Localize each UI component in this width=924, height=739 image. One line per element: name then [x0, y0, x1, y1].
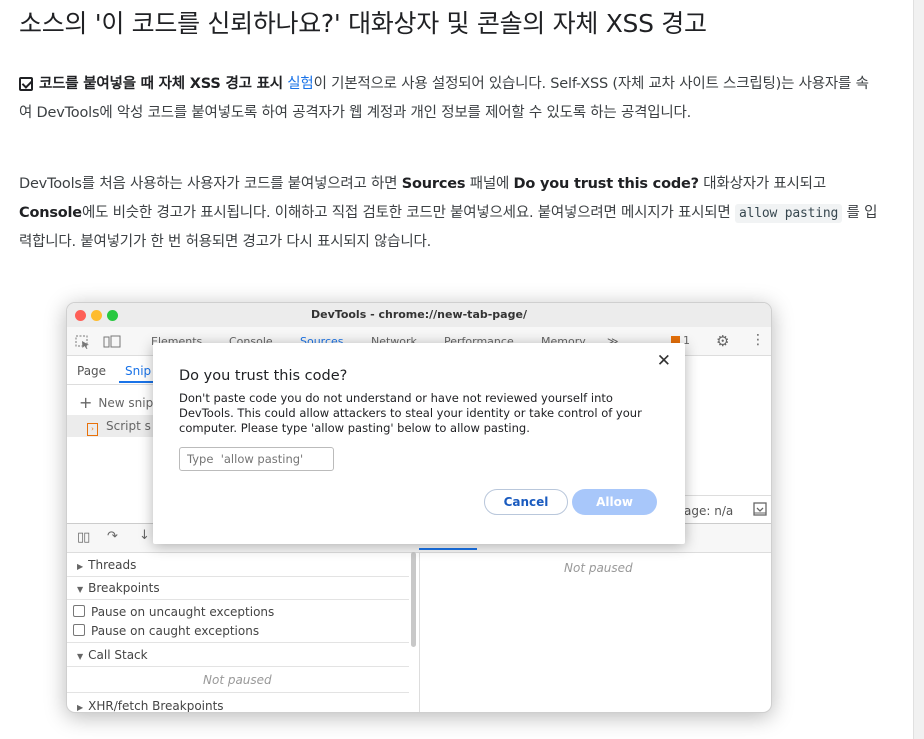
checkbox-icon	[19, 77, 33, 91]
pause-caught-label: Pause on caught exceptions	[91, 624, 260, 638]
trust-code-dialog: ✕ Do you trust this code? Don't paste co…	[153, 343, 685, 544]
inline-code: allow pasting	[734, 204, 843, 223]
snippet-file-icon: ›	[87, 423, 98, 436]
call-stack-section[interactable]: ▼ Call Stack	[77, 648, 148, 662]
debugger-sidebar: ▶ Threads ▼ Breakpoints Pause on uncaught …	[67, 552, 417, 712]
text: DevTools를 처음 사용하는 사용자가 코드를 붙여넣으려고 하면	[19, 176, 402, 192]
text: 에도 비슷한 경고가 표시됩니다. 이해하고 직접 검토한 코드만 붙여넣으세요…	[81, 205, 735, 221]
call-stack-status: Not paused	[203, 673, 272, 687]
new-snippet-button[interactable]: + New snip	[79, 393, 153, 412]
triangle-right-icon: ▶	[77, 703, 84, 712]
text: 패널에	[465, 176, 514, 192]
page-title: 소스의 '이 코드를 신뢰하나요?' 대화상자 및 콘솔의 자체 XSS 경고	[19, 9, 707, 38]
divider	[67, 576, 409, 577]
pause-uncaught-label: Pause on uncaught exceptions	[91, 605, 275, 619]
active-tab-indicator	[419, 548, 477, 550]
window-title: DevTools - chrome://new-tab-page/	[311, 308, 527, 321]
divider	[67, 666, 409, 667]
checkbox-icon	[73, 624, 85, 636]
device-toolbar-icon[interactable]	[103, 335, 121, 352]
snippet-name: Script s	[106, 419, 151, 433]
triangle-down-icon: ▼	[77, 585, 84, 594]
triangle-right-icon: ▶	[77, 562, 84, 571]
window-titlebar: DevTools - chrome://new-tab-page/	[67, 303, 771, 328]
breakpoints-section[interactable]: ▼ Breakpoints	[77, 581, 160, 595]
experiment-link[interactable]: 실험	[287, 76, 313, 92]
experiment-name: 코드를 붙여넣을 때 자체 XSS 경고 표시	[39, 76, 283, 92]
tab-page[interactable]: Page	[77, 364, 106, 378]
allow-button[interactable]: Allow	[572, 489, 657, 515]
allow-pasting-input[interactable]	[179, 447, 334, 471]
paragraph-1: 코드를 붙여넣을 때 자체 XSS 경고 표시 실험이 기본적으로 사용 설정되…	[19, 70, 879, 128]
threads-section[interactable]: ▶ Threads	[77, 558, 136, 572]
divider	[67, 692, 409, 693]
inspect-icon[interactable]	[75, 335, 91, 352]
more-options-icon[interactable]: ⋮	[751, 332, 765, 348]
console-term: Console	[19, 205, 82, 221]
call-stack-label: Call Stack	[88, 648, 148, 662]
step-over-icon[interactable]: ↷	[107, 529, 118, 544]
sources-term: Sources	[401, 176, 466, 192]
sidebar-scrollbar[interactable]	[411, 552, 416, 647]
pause-caught-checkbox[interactable]: Pause on caught exceptions	[73, 624, 259, 638]
toggle-panel-icon[interactable]	[753, 502, 767, 519]
new-snippet-label: New snip	[98, 396, 154, 410]
checkbox-icon	[73, 605, 85, 617]
tab-snippets[interactable]: Snip	[125, 364, 151, 378]
coverage-status: age: n/a	[684, 504, 734, 518]
dialog-title: Do you trust this code?	[179, 368, 348, 384]
divider	[67, 599, 409, 600]
pause-icon[interactable]: ▯▯	[77, 530, 90, 545]
step-into-icon[interactable]: ↓	[139, 528, 150, 543]
divider	[67, 642, 409, 643]
cancel-button[interactable]: Cancel	[484, 489, 568, 515]
pause-uncaught-checkbox[interactable]: Pause on uncaught exceptions	[73, 605, 274, 619]
page-scrollbar[interactable]	[913, 0, 924, 739]
xhr-label: XHR/fetch Breakpoints	[88, 699, 224, 713]
active-tab-indicator	[119, 381, 155, 383]
snippet-item[interactable]: › Script s	[87, 419, 151, 436]
threads-label: Threads	[88, 558, 137, 572]
text: 대화상자가 표시되고	[698, 176, 826, 192]
dialog-message: Don't paste code you do not understand o…	[179, 391, 642, 435]
plus-icon: +	[79, 393, 93, 412]
dialog-term: Do you trust this code?	[513, 176, 700, 192]
paragraph-2: DevTools를 처음 사용하는 사용자가 코드를 붙여넣으려고 하면 Sou…	[19, 170, 879, 257]
breakpoints-label: Breakpoints	[88, 581, 160, 595]
triangle-down-icon: ▼	[77, 652, 84, 661]
close-icon[interactable]: ✕	[657, 351, 671, 371]
scope-status: Not paused	[564, 561, 633, 575]
xhr-breakpoints-section[interactable]: ▶ XHR/fetch Breakpoints	[77, 699, 224, 713]
scope-pane: Not paused	[419, 552, 771, 712]
gear-icon[interactable]: ⚙	[716, 332, 729, 350]
